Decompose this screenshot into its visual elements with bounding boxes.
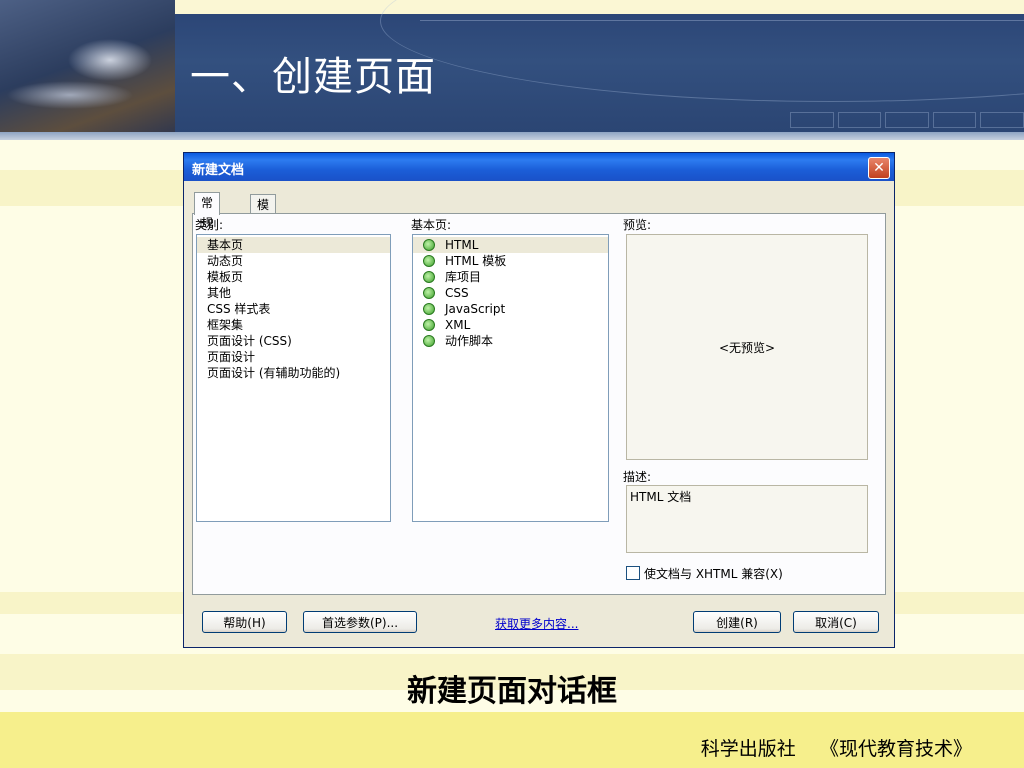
category-item[interactable]: 模板页 [197,269,390,285]
basic-page-list[interactable]: HTML HTML 模板 库项目 CSS JavaScript XML 动作脚本 [412,234,609,522]
cancel-button[interactable]: 取消(C) [793,611,879,633]
category-item[interactable]: 其他 [197,285,390,301]
slide-footer: 科学出版社 《现代教育技术》 [0,712,1024,768]
header-decoration-grid [790,112,1024,128]
category-item[interactable]: 框架集 [197,317,390,333]
basic-page-item[interactable]: 库项目 [413,269,608,285]
page-icon [423,302,435,315]
publisher-name: 科学出版社 [700,738,796,760]
basic-page-item[interactable]: HTML 模板 [413,253,608,269]
preview-text: <无预览> [718,340,776,355]
slide-title: 一、创建页面 [190,54,436,100]
close-icon[interactable]: ✕ [868,157,890,179]
description-box: HTML 文档 [626,485,868,553]
category-item[interactable]: 页面设计 [197,349,390,365]
new-document-dialog: 新建文档 ✕ 常规 模板 类别: 基本页 动态页 模板页 其他 CSS 样式表 … [183,152,895,648]
category-item[interactable]: CSS 样式表 [197,301,390,317]
basic-page-item[interactable]: XML [413,317,608,333]
xhtml-checkbox[interactable] [626,566,640,580]
tab-panel: 类别: 基本页 动态页 模板页 其他 CSS 样式表 框架集 页面设计 (CSS… [192,213,886,595]
xhtml-checkbox-label[interactable]: 使文档与 XHTML 兼容(X) [644,565,783,582]
dialog-titlebar[interactable]: 新建文档 ✕ [184,153,894,181]
hand-keyboard-image [0,0,175,140]
page-icon [423,334,435,347]
page-icon [423,286,435,299]
book-title: 《现代教育技术》 [819,738,972,760]
preferences-button[interactable]: 首选参数(P)... [303,611,417,633]
page-icon [423,318,435,331]
basic-page-item[interactable]: HTML [413,237,608,253]
publisher-credit: 科学出版社 《现代教育技术》 [701,734,972,761]
page-icon [423,254,435,267]
description-text: HTML 文档 [630,490,692,504]
category-list[interactable]: 基本页 动态页 模板页 其他 CSS 样式表 框架集 页面设计 (CSS) 页面… [196,234,391,522]
description-label: 描述: [623,470,652,484]
header-stripe [0,132,1024,140]
get-more-content-link[interactable]: 获取更多内容... [495,615,578,632]
category-item[interactable]: 页面设计 (CSS) [197,333,390,349]
basic-page-item[interactable]: CSS [413,285,608,301]
category-item[interactable]: 基本页 [197,237,390,253]
basic-page-item[interactable]: 动作脚本 [413,333,608,349]
dialog-title: 新建文档 [192,163,245,178]
tab-templates[interactable]: 模板 [250,194,277,232]
preview-box: <无预览> [626,234,868,460]
page-icon [423,270,435,283]
basic-page-label: 基本页: [411,218,452,232]
slide-header: 一、创建页面 [0,0,1024,140]
help-button[interactable]: 帮助(H) [202,611,287,633]
header-decoration-line [420,20,1024,21]
figure-caption: 新建页面对话框 [407,674,617,709]
basic-page-item[interactable]: JavaScript [413,301,608,317]
create-button[interactable]: 创建(R) [693,611,781,633]
category-item[interactable]: 页面设计 (有辅助功能的) [197,365,390,381]
category-item[interactable]: 动态页 [197,253,390,269]
preview-label: 预览: [623,218,652,232]
page-icon [423,238,435,251]
tab-general[interactable]: 常规 [194,192,221,230]
